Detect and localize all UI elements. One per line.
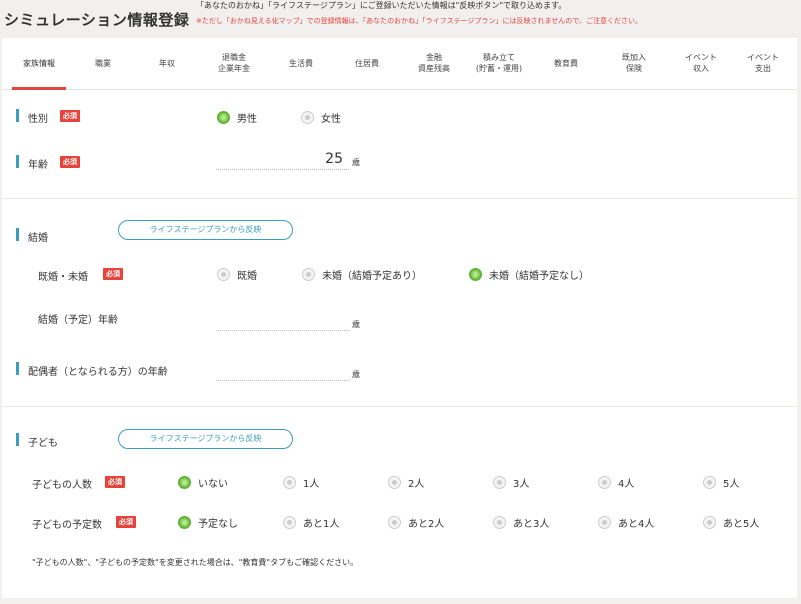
planned-children-1-radio[interactable]: あと1人 — [283, 515, 339, 530]
section-marker — [16, 109, 19, 122]
radio-label: いない — [198, 479, 228, 490]
children-count-2-radio[interactable]: 2人 — [388, 475, 424, 490]
radio-label: あと4人 — [618, 519, 655, 530]
simulation-form-panel: 家族情報 職業 年収 退職金 企業年金 生活費 住居費 金融 資産残高 積み立て… — [2, 38, 797, 598]
spouse-age-unit: 歳 — [352, 370, 360, 379]
required-badge: 必須 — [116, 516, 136, 528]
radio-label: 1人 — [303, 479, 320, 490]
radio-unselected-icon — [493, 516, 506, 529]
planned-children-3-radio[interactable]: あと3人 — [493, 515, 549, 530]
required-badge: 必須 — [103, 268, 123, 280]
radio-label: 女性 — [321, 114, 341, 125]
gender-male-radio[interactable]: 男性 — [217, 110, 257, 125]
radio-unselected-icon — [283, 516, 296, 529]
page-header: シミュレーション情報登録 「あなたのおかね」「ライフステージプラン」にご登録いた… — [0, 0, 801, 38]
radio-label: 3人 — [513, 479, 530, 490]
required-badge: 必須 — [60, 156, 80, 168]
age-value: 25 — [325, 151, 343, 167]
radio-unselected-icon — [703, 476, 716, 489]
children-count-none-radio[interactable]: いない — [178, 475, 228, 490]
required-badge: 必須 — [105, 476, 125, 488]
age-input[interactable]: 25 — [216, 150, 349, 170]
radio-label: 既婚 — [237, 271, 257, 282]
spouse-age-input[interactable] — [216, 361, 349, 381]
age-unit: 歳 — [352, 158, 360, 167]
tab-bar: 家族情報 職業 年収 退職金 企業年金 生活費 住居費 金融 資産残高 積み立て… — [2, 38, 797, 90]
radio-unselected-icon — [598, 516, 611, 529]
marriage-label: 結婚 — [28, 233, 48, 244]
radio-unselected-icon — [703, 516, 716, 529]
planned-children-label: 子どもの予定数 — [32, 520, 102, 531]
radio-label: 男性 — [237, 114, 257, 125]
marital-status-label: 既婚・未婚 — [38, 272, 88, 283]
section-divider — [2, 406, 797, 407]
planned-children-none-radio[interactable]: 予定なし — [178, 515, 238, 530]
page-title: シミュレーション情報登録 — [4, 11, 190, 29]
section-marker — [16, 155, 19, 168]
planned-marriage-age-label: 結婚（予定）年齢 — [38, 315, 118, 326]
required-badge: 必須 — [60, 110, 80, 122]
radio-selected-icon — [178, 476, 191, 489]
radio-unselected-icon — [217, 268, 230, 281]
gender-female-radio[interactable]: 女性 — [301, 110, 341, 125]
spouse-age-label: 配偶者（となられる方）の年齢 — [28, 367, 168, 378]
radio-unselected-icon — [388, 516, 401, 529]
radio-label: 未婚（結婚予定あり） — [322, 271, 422, 282]
radio-label: あと2人 — [408, 519, 445, 530]
radio-unselected-icon — [598, 476, 611, 489]
radio-label: 2人 — [408, 479, 425, 490]
radio-unselected-icon — [301, 111, 314, 124]
children-count-3-radio[interactable]: 3人 — [493, 475, 529, 490]
tab-event-expense[interactable]: イベント 支出 — [723, 52, 801, 74]
education-tab-footnote: "子どもの人数"、"子どもの予定数"を変更された場合は、"教育費"タブもご確認く… — [32, 558, 359, 567]
radio-selected-icon — [217, 111, 230, 124]
radio-unselected-icon — [302, 268, 315, 281]
age-label: 年齢 — [28, 160, 48, 171]
planned-marriage-age-input[interactable] — [216, 311, 349, 331]
reflect-from-lifestage-button[interactable]: ライフステージプランから反映 — [118, 429, 293, 449]
children-label: 子ども — [28, 438, 58, 449]
radio-unselected-icon — [283, 476, 296, 489]
children-count-4-radio[interactable]: 4人 — [598, 475, 634, 490]
warning-note: ※ただし「おかね見える化マップ」での登録情報は、「あなたのおかね」「ライフステー… — [196, 17, 643, 25]
reflect-from-lifestage-button[interactable]: ライフステージプランから反映 — [118, 220, 293, 240]
planned-marriage-age-unit: 歳 — [352, 320, 360, 329]
radio-selected-icon — [469, 268, 482, 281]
radio-label: 未婚（結婚予定なし） — [489, 271, 589, 282]
children-count-5-radio[interactable]: 5人 — [703, 475, 739, 490]
section-divider — [2, 198, 797, 199]
planned-children-4-radio[interactable]: あと4人 — [598, 515, 654, 530]
tab-label-line2: 支出 — [755, 64, 771, 73]
radio-label: あと5人 — [723, 519, 760, 530]
children-count-label: 子どもの人数 — [32, 480, 92, 491]
active-tab-indicator — [12, 87, 66, 90]
radio-label: あと1人 — [303, 519, 340, 530]
planned-children-5-radio[interactable]: あと5人 — [703, 515, 759, 530]
planned-children-2-radio[interactable]: あと2人 — [388, 515, 444, 530]
radio-label: 4人 — [618, 479, 635, 490]
radio-unselected-icon — [388, 476, 401, 489]
section-marker — [16, 433, 19, 446]
section-marker — [16, 228, 19, 241]
gender-label: 性別 — [28, 114, 48, 125]
tab-label-line1: イベント — [747, 53, 779, 62]
radio-label: あと3人 — [513, 519, 550, 530]
reflect-info-note: 「あなたのおかね」「ライフステージプラン」にご登録いただいた情報は"反映ボタン"… — [196, 1, 567, 10]
radio-unselected-icon — [493, 476, 506, 489]
children-count-1-radio[interactable]: 1人 — [283, 475, 319, 490]
section-marker — [16, 362, 19, 375]
radio-label: 予定なし — [198, 519, 238, 530]
unmarried-not-planned-radio[interactable]: 未婚（結婚予定なし） — [469, 267, 589, 282]
radio-selected-icon — [178, 516, 191, 529]
unmarried-planned-radio[interactable]: 未婚（結婚予定あり） — [302, 267, 422, 282]
married-radio[interactable]: 既婚 — [217, 267, 257, 282]
radio-label: 5人 — [723, 479, 740, 490]
